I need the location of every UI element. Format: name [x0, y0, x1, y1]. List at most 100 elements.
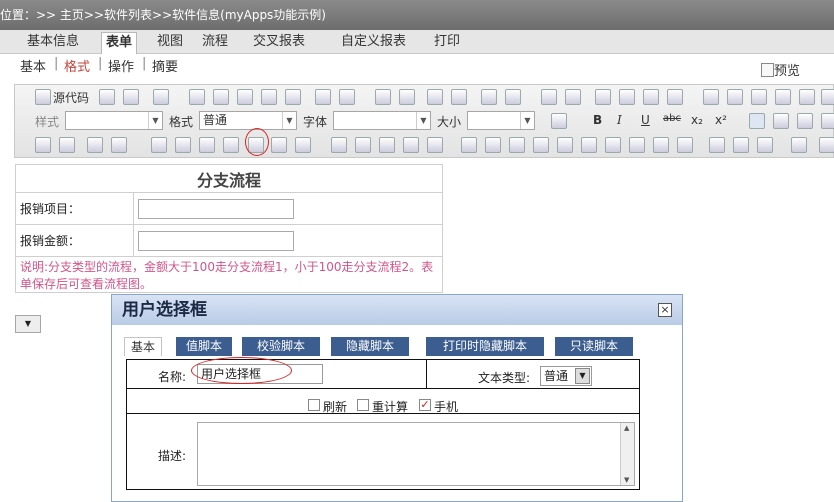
close-icon[interactable]: × — [658, 303, 672, 317]
indent-icon[interactable] — [619, 89, 635, 105]
strike-icon[interactable]: abc — [663, 113, 681, 124]
tree-icon[interactable] — [271, 137, 287, 153]
smiley-icon[interactable] — [799, 89, 815, 105]
italic-icon[interactable]: I — [617, 113, 622, 127]
style-select[interactable]: ▼ — [65, 111, 163, 130]
redo-icon[interactable] — [399, 89, 415, 105]
replace-icon[interactable] — [451, 89, 467, 105]
tab-basic-info[interactable]: 基本信息 — [23, 32, 83, 52]
scroll-up-icon[interactable]: ▲ — [624, 424, 629, 432]
tab-cross-report[interactable]: 交叉报表 — [249, 32, 309, 52]
paste-text-icon[interactable] — [261, 89, 277, 105]
include-icon[interactable] — [427, 137, 443, 153]
paste-word-icon[interactable] — [285, 89, 301, 105]
underline-icon[interactable]: U — [641, 113, 650, 127]
dialog-tab-validate-script[interactable]: 校验脚本 — [242, 337, 320, 356]
table-icon[interactable] — [751, 89, 767, 105]
bullet-list-icon[interactable] — [565, 89, 581, 105]
paste-icon[interactable] — [237, 89, 253, 105]
preview-button[interactable]: 预览 — [760, 60, 800, 79]
subtab-basic[interactable]: 基本 — [20, 56, 46, 75]
expense-item-input[interactable] — [138, 198, 294, 219]
dialog-tab-readonly-script[interactable]: 只读脚本 — [555, 337, 633, 356]
copy2-icon[interactable] — [213, 89, 229, 105]
tab-flow[interactable]: 流程 — [198, 32, 232, 52]
image-upload-icon[interactable] — [355, 137, 371, 153]
tab-custom-report[interactable]: 自定义报表 — [337, 32, 410, 52]
print-icon[interactable] — [315, 89, 331, 105]
align-right-icon[interactable] — [797, 113, 813, 129]
source-icon[interactable] — [35, 89, 51, 105]
dialog-tab-hide-script[interactable]: 隐藏脚本 — [331, 337, 409, 356]
find-icon[interactable] — [427, 89, 443, 105]
text-field-icon[interactable] — [87, 137, 103, 153]
select-control-icon[interactable] — [151, 137, 167, 153]
justify-icon[interactable] — [821, 113, 834, 129]
flow-icon[interactable] — [533, 137, 549, 153]
bg-color-icon[interactable] — [819, 137, 834, 153]
maximize-icon[interactable] — [551, 113, 567, 129]
undo-icon[interactable] — [375, 89, 391, 105]
tab-control-icon[interactable] — [485, 137, 501, 153]
numbered-list-icon[interactable] — [541, 89, 557, 105]
tab-print[interactable]: 打印 — [430, 32, 464, 52]
superscript-icon[interactable]: x² — [715, 113, 727, 127]
horizontal-rule-icon[interactable] — [775, 89, 791, 105]
dialog-tab-print-hide-script[interactable]: 打印时隐藏脚本 — [426, 337, 544, 356]
outdent-icon[interactable] — [595, 89, 611, 105]
textarea-icon[interactable] — [111, 137, 127, 153]
link-control-icon[interactable] — [461, 137, 477, 153]
cut-icon[interactable] — [189, 89, 205, 105]
suggest-icon[interactable] — [605, 137, 621, 153]
unlink-icon[interactable] — [733, 137, 749, 153]
bold-icon[interactable]: B — [593, 113, 602, 127]
subtab-summary[interactable]: 摘要 — [152, 56, 178, 75]
dialog-tab-value-script[interactable]: 值脚本 — [176, 337, 232, 356]
button-control-icon[interactable] — [295, 137, 311, 153]
attachment-icon[interactable] — [331, 137, 347, 153]
tab-form[interactable]: 表单 — [101, 32, 138, 54]
spellcheck-icon[interactable] — [339, 89, 355, 105]
left-select[interactable]: ▼ — [15, 315, 41, 333]
div-icon[interactable] — [667, 89, 683, 105]
template-icon[interactable] — [153, 89, 169, 105]
subtab-operation[interactable]: 操作 — [108, 56, 134, 75]
text-type-select[interactable]: 普通 ▼ — [540, 366, 592, 386]
preview-page-icon[interactable] — [123, 89, 139, 105]
select-all-icon[interactable] — [481, 89, 497, 105]
font-select[interactable]: ▼ — [333, 111, 431, 130]
anchor-icon[interactable] — [757, 137, 773, 153]
link-icon[interactable] — [709, 137, 725, 153]
grid-icon[interactable] — [557, 137, 573, 153]
word-icon[interactable] — [677, 137, 693, 153]
department-icon[interactable] — [199, 137, 215, 153]
map-icon[interactable] — [509, 137, 525, 153]
scrollbar[interactable]: ▲ ▼ — [620, 423, 634, 485]
view-icon[interactable] — [403, 137, 419, 153]
remove-format-icon[interactable] — [505, 89, 521, 105]
tab-view[interactable]: 视图 — [153, 32, 187, 52]
size-select[interactable]: ▼ — [467, 111, 535, 130]
checkbox-control-icon[interactable] — [35, 137, 51, 153]
folder-icon[interactable] — [379, 137, 395, 153]
blockquote-icon[interactable] — [643, 89, 659, 105]
special-char-icon[interactable] — [821, 89, 834, 105]
flash-icon[interactable] — [727, 89, 743, 105]
date-control-icon[interactable] — [175, 137, 191, 153]
scroll-down-icon[interactable]: ▼ — [624, 476, 629, 484]
description-textarea[interactable]: ▲ ▼ — [197, 422, 635, 486]
copy-icon[interactable] — [99, 89, 115, 105]
source-label[interactable]: 源代码 — [53, 89, 89, 106]
subtab-format[interactable]: 格式 — [64, 56, 90, 75]
align-center-icon[interactable] — [773, 113, 789, 129]
format-select[interactable]: 普通 ▼ — [199, 111, 297, 130]
radio-control-icon[interactable] — [59, 137, 75, 153]
subscript-icon[interactable]: x₂ — [691, 113, 703, 127]
recalc-checkbox[interactable] — [357, 399, 369, 411]
refresh-checkbox[interactable] — [308, 399, 320, 411]
report-icon[interactable] — [653, 137, 669, 153]
align-left-icon[interactable] — [749, 113, 765, 129]
image-icon[interactable] — [703, 89, 719, 105]
dialog-tab-basic[interactable]: 基本 — [124, 337, 162, 356]
survey-icon[interactable] — [629, 137, 645, 153]
